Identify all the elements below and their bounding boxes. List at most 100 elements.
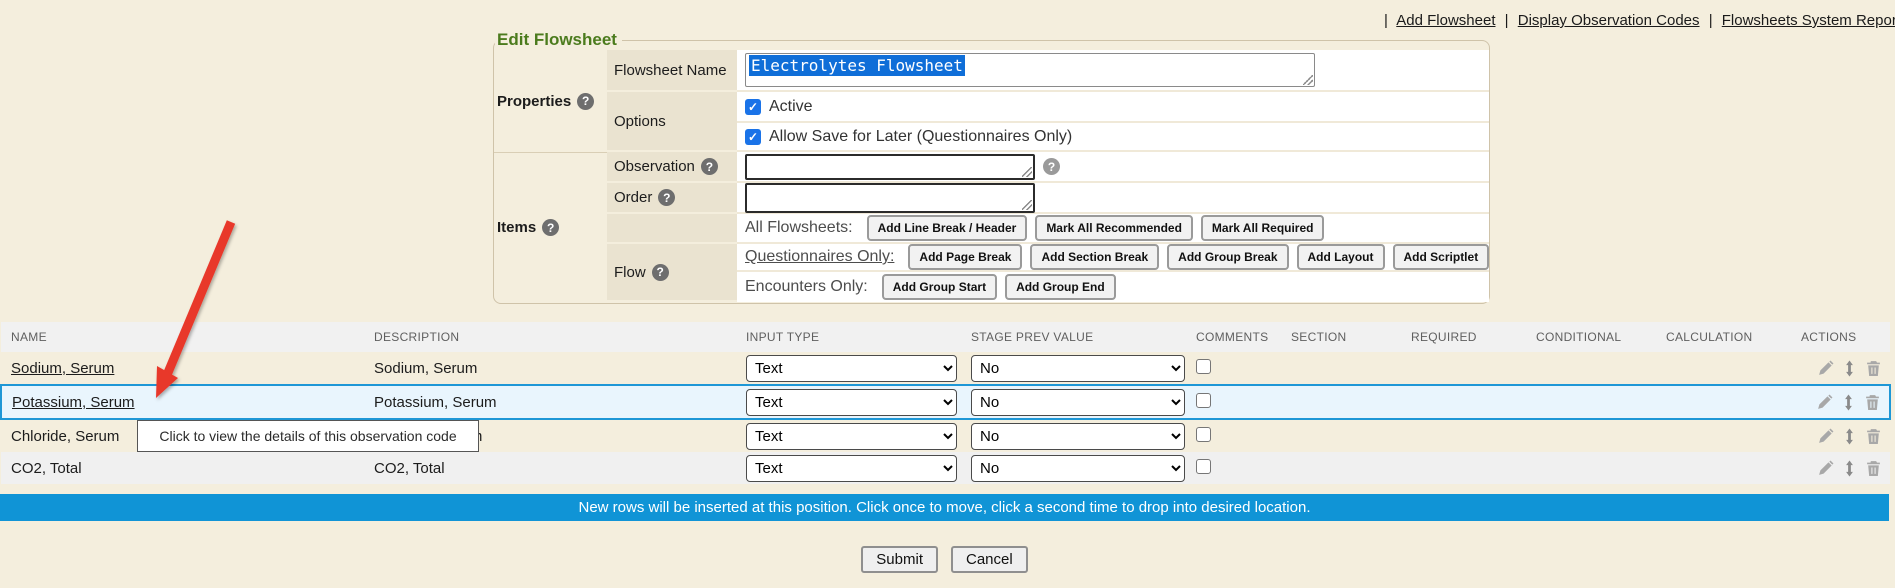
edit-flowsheet-fieldset: Edit Flowsheet Properties ? Items ? Flow… — [493, 30, 1490, 304]
comments-checkbox[interactable] — [1196, 359, 1211, 374]
link-add-flowsheet[interactable]: Add Flowsheet — [1396, 12, 1495, 29]
link-display-observation-codes[interactable]: Display Observation Codes — [1518, 12, 1700, 29]
add-line-break-header-button[interactable]: Add Line Break / Header — [867, 215, 1028, 241]
edit-flowsheet-legend: Edit Flowsheet — [495, 30, 622, 50]
flowsheet-name-label-text: Flowsheet Name — [614, 62, 727, 79]
stage-prev-value-select[interactable]: No — [971, 389, 1185, 416]
edit-pencil-icon[interactable] — [1816, 394, 1833, 411]
flowsheet-name-cell: Electrolytes Flowsheet — [737, 50, 1489, 92]
move-updown-icon[interactable] — [1841, 460, 1858, 477]
stage-prev-value-select[interactable]: No — [971, 455, 1185, 482]
add-group-break-button[interactable]: Add Group Break — [1167, 244, 1288, 270]
conditional-cell — [1526, 452, 1656, 484]
help-icon[interactable]: ? — [1043, 158, 1060, 175]
col-header-description: DESCRIPTION — [364, 322, 736, 352]
edit-pencil-icon[interactable] — [1817, 360, 1834, 377]
add-group-start-button[interactable]: Add Group Start — [882, 274, 997, 300]
edit-pencil-icon[interactable] — [1817, 460, 1834, 477]
flowsheet-name-value: Electrolytes Flowsheet — [749, 55, 965, 76]
cancel-button[interactable]: Cancel — [951, 546, 1028, 573]
mark-all-required-button[interactable]: Mark All Required — [1201, 215, 1325, 241]
input-type-select[interactable]: Text — [746, 389, 957, 416]
comments-checkbox[interactable] — [1196, 459, 1211, 474]
items-label-text: Items — [497, 219, 536, 236]
input-type-select[interactable]: Text — [746, 455, 957, 482]
input-type-select[interactable]: Text — [746, 423, 957, 450]
move-updown-icon[interactable] — [1841, 360, 1858, 377]
link-flowsheets-system-report[interactable]: Flowsheets System Report — [1722, 12, 1895, 29]
options-label-text: Options — [614, 113, 666, 130]
properties-section-label: Properties ? — [494, 50, 607, 152]
submit-button[interactable]: Submit — [861, 546, 938, 573]
add-group-end-button[interactable]: Add Group End — [1005, 274, 1116, 300]
form-footer: Submit Cancel — [0, 546, 1889, 573]
add-layout-button[interactable]: Add Layout — [1297, 244, 1385, 270]
conditional-cell — [1526, 352, 1656, 385]
col-header-comments: COMMENTS — [1186, 322, 1281, 352]
items-section-label: Items ? — [494, 152, 607, 302]
required-cell — [1401, 352, 1526, 385]
delete-trash-icon[interactable] — [1864, 394, 1881, 411]
add-page-break-button[interactable]: Add Page Break — [908, 244, 1022, 270]
add-section-break-button[interactable]: Add Section Break — [1030, 244, 1159, 270]
tooltip-text: Click to view the details of this observ… — [159, 428, 456, 444]
flowsheet-items-table: NAME DESCRIPTION INPUT TYPE STAGE PREV V… — [0, 322, 1891, 484]
order-input[interactable] — [745, 183, 1035, 213]
col-header-stage-prev-value: STAGE PREV VALUE — [961, 322, 1186, 352]
section-cell — [1281, 419, 1401, 452]
flowsheet-name-input[interactable]: Electrolytes Flowsheet — [745, 53, 1315, 87]
delete-trash-icon[interactable] — [1865, 360, 1882, 377]
col-header-name: NAME — [1, 322, 364, 352]
description-cell: CO2, Total — [364, 452, 736, 484]
order-cell — [737, 183, 1489, 214]
mark-all-recommended-button[interactable]: Mark All Recommended — [1035, 215, 1193, 241]
help-icon[interactable]: ? — [701, 158, 718, 175]
edit-pencil-icon[interactable] — [1817, 428, 1834, 445]
observation-code-link[interactable]: Chloride, Serum — [11, 428, 119, 445]
delete-trash-icon[interactable] — [1865, 460, 1882, 477]
questionnaires-only-row: Questionnaires Only: Add Page Break Add … — [737, 244, 1489, 272]
move-updown-icon[interactable] — [1841, 428, 1858, 445]
stage-prev-value-select[interactable]: No — [971, 423, 1185, 450]
delete-trash-icon[interactable] — [1865, 428, 1882, 445]
nav-separator: | — [1379, 12, 1393, 29]
table-header-row: NAME DESCRIPTION INPUT TYPE STAGE PREV V… — [1, 322, 1890, 352]
move-updown-icon[interactable] — [1840, 394, 1857, 411]
section-cell — [1281, 352, 1401, 385]
resize-handle-icon[interactable] — [1303, 75, 1313, 85]
observation-input[interactable] — [745, 154, 1035, 180]
insert-position-bar[interactable]: New rows will be inserted at this positi… — [0, 494, 1889, 521]
input-type-select[interactable]: Text — [746, 355, 957, 382]
add-scriptlet-button[interactable]: Add Scriptlet — [1393, 244, 1490, 270]
required-cell — [1401, 385, 1526, 419]
comments-checkbox[interactable] — [1196, 427, 1211, 442]
help-icon[interactable]: ? — [652, 264, 669, 281]
col-header-section: SECTION — [1281, 322, 1401, 352]
observation-code-link[interactable]: Potassium, Serum — [12, 394, 135, 411]
col-header-input-type: INPUT TYPE — [736, 322, 961, 352]
resize-handle-icon[interactable] — [1022, 167, 1032, 177]
flowsheet-name-label: Flowsheet Name — [607, 50, 737, 92]
insert-bar-text: New rows will be inserted at this positi… — [578, 499, 1310, 516]
resize-handle-icon[interactable] — [1022, 200, 1032, 210]
required-cell — [1401, 419, 1526, 452]
help-icon[interactable]: ? — [542, 219, 559, 236]
table-row-potassium-highlighted: Potassium, Serum Potassium, Serum Text N… — [1, 385, 1890, 419]
observation-code-link[interactable]: Sodium, Serum — [11, 360, 114, 377]
allow-save-later-label: Allow Save for Later (Questionnaires Onl… — [769, 128, 1072, 146]
all-flowsheets-label: All Flowsheets: — [745, 219, 853, 237]
allow-save-later-checkbox[interactable] — [745, 129, 761, 145]
observation-code-link[interactable]: CO2, Total — [11, 460, 82, 477]
col-header-conditional: CONDITIONAL — [1526, 322, 1656, 352]
comments-checkbox[interactable] — [1196, 393, 1211, 408]
properties-label-text: Properties — [497, 93, 571, 110]
help-icon[interactable]: ? — [658, 189, 675, 206]
calculation-cell — [1656, 452, 1791, 484]
nav-separator: | — [1500, 12, 1514, 29]
help-icon[interactable]: ? — [577, 93, 594, 110]
option-save-later-cell: Allow Save for Later (Questionnaires Onl… — [737, 123, 1489, 152]
stage-prev-value-select[interactable]: No — [971, 355, 1185, 382]
order-label-text: Order — [614, 189, 652, 206]
active-checkbox[interactable] — [745, 99, 761, 115]
observation-cell: ? — [737, 152, 1489, 183]
